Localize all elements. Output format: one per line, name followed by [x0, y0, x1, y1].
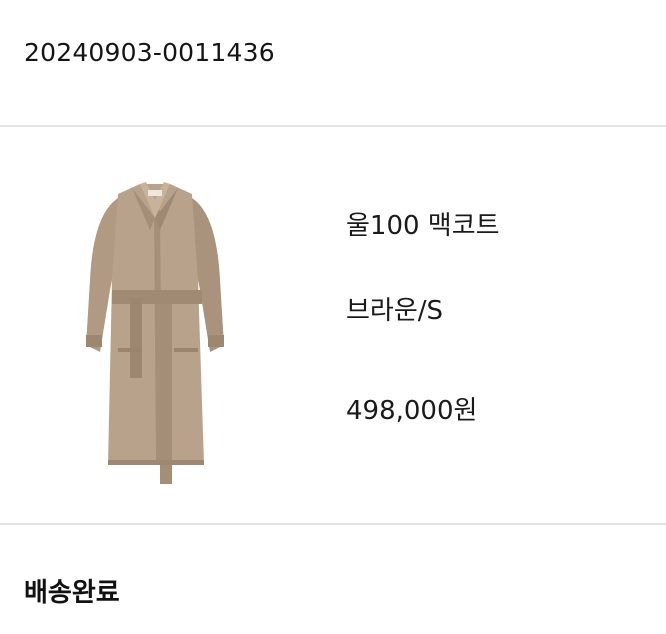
divider [0, 523, 666, 525]
order-number: 20240903-0011436 [24, 38, 275, 67]
product-option: 브라운/S [346, 296, 444, 326]
coat-icon [86, 182, 224, 484]
product-name[interactable]: 울100 맥코트 [346, 205, 500, 242]
product-price: 498,000원 [346, 396, 478, 426]
product-image[interactable] [70, 170, 240, 500]
divider [0, 125, 666, 127]
delivery-status: 배송완료 [24, 578, 120, 608]
